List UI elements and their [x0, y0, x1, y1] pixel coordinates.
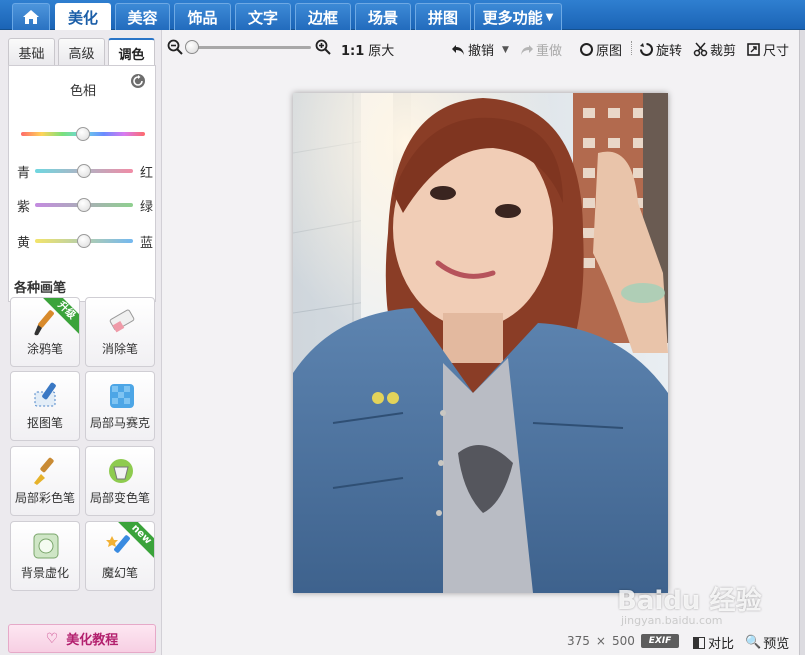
photo-canvas[interactable]	[293, 93, 668, 593]
rotate-label: 旋转	[656, 44, 683, 59]
beautify-tutorial-button[interactable]: ♡ 美化教程	[8, 624, 156, 653]
top-menu-bar: 美化 美容 饰品 文字 边框 场景 拼图 更多功能 ▼	[0, 0, 805, 31]
magenta-green-thumb[interactable]	[77, 198, 91, 212]
scissors-icon	[693, 42, 708, 57]
subtab-basic[interactable]: 基础	[8, 38, 55, 66]
sub-tabs: 基础 高级 调色	[8, 35, 155, 67]
local-recolor-pen-tool[interactable]: 局部变色笔	[85, 446, 155, 516]
yellow-blue-slider[interactable]: 黄 蓝	[15, 230, 153, 251]
eraser-pen-label: 消除笔	[101, 342, 138, 356]
image-width: 375	[567, 634, 590, 648]
redo-icon	[521, 45, 533, 55]
crop-button[interactable]: 裁剪	[693, 40, 736, 59]
rotate-icon	[640, 43, 653, 56]
canvas-area	[163, 66, 799, 625]
resize-icon	[747, 43, 760, 56]
subtab-advanced[interactable]: 高级	[58, 38, 105, 66]
zoom-out-icon[interactable]	[167, 39, 183, 55]
ratio-label: 1:1	[341, 44, 365, 59]
green-label: 绿	[139, 200, 153, 215]
hue-slider[interactable]	[15, 123, 153, 143]
local-recolor-pen-label: 局部变色笔	[89, 491, 150, 505]
cutout-pen-icon	[29, 380, 63, 412]
color-adjust-panel: 色相 青 红 紫 绿 黄 蓝	[8, 65, 156, 302]
resize-button[interactable]: 尺寸	[746, 40, 789, 59]
undo-label: 撤销	[468, 44, 495, 59]
cyan-label: 青	[17, 166, 31, 181]
local-mosaic-label: 局部马赛克	[89, 416, 150, 430]
magic-pen-label: 魔幻笔	[101, 566, 138, 580]
magic-pen-tool[interactable]: new 魔幻笔	[85, 521, 155, 591]
tutorial-label: 美化教程	[66, 633, 119, 648]
blur-icon	[29, 530, 63, 562]
original-image-button[interactable]: 原图	[579, 40, 622, 59]
hands-icon: ♡	[45, 630, 59, 647]
paintbrush-icon	[29, 455, 63, 487]
watermark-url: jingyan.baidu.com	[621, 614, 723, 627]
zoom-slider-track[interactable]	[189, 46, 311, 49]
tab-beauty[interactable]: 美容	[115, 3, 170, 30]
right-scroll-strip[interactable]	[799, 30, 805, 655]
cyan-red-slider[interactable]: 青 红	[15, 160, 153, 181]
tab-more-label: 更多功能	[482, 8, 543, 27]
tab-frame[interactable]: 边框	[295, 3, 351, 30]
local-mosaic-tool[interactable]: 局部马赛克	[85, 371, 155, 441]
watermark-logo: Baidu 经验	[617, 586, 762, 616]
reset-icon[interactable]	[131, 74, 145, 88]
original-label: 原图	[596, 44, 623, 59]
local-color-pen-tool[interactable]: 局部彩色笔	[10, 446, 80, 516]
cutout-pen-tool[interactable]: 抠图笔	[10, 371, 80, 441]
chevron-down-icon: ▼	[545, 11, 554, 23]
tab-more-features[interactable]: 更多功能 ▼	[474, 3, 562, 30]
home-button[interactable]	[12, 3, 50, 30]
tab-accessories[interactable]: 饰品	[174, 3, 231, 30]
undo-icon	[452, 45, 464, 55]
left-panel: 基础 高级 调色 色相 青 红 紫 绿 黄 蓝 各种画笔 升级 涂鸦笔 消除笔 …	[0, 30, 162, 655]
image-toolbar: 1:1 原大 撤销 ▼ 重做 原图 旋转 裁剪 尺寸	[163, 30, 805, 66]
tab-beautify[interactable]: 美化	[55, 3, 111, 31]
doodle-pen-tool[interactable]: 升级 涂鸦笔	[10, 297, 80, 367]
undo-button[interactable]: 撤销 ▼	[451, 40, 509, 59]
magenta-label: 紫	[17, 200, 31, 215]
zoom-slider-thumb[interactable]	[185, 40, 199, 54]
red-label: 红	[139, 166, 153, 181]
cutout-pen-label: 抠图笔	[26, 416, 63, 430]
toolbar-divider	[631, 41, 632, 55]
yellow-blue-thumb[interactable]	[77, 234, 91, 248]
circle-icon	[580, 43, 593, 56]
eraser-icon	[104, 306, 138, 338]
cyan-red-thumb[interactable]	[77, 164, 91, 178]
redo-button[interactable]: 重做	[519, 40, 562, 59]
subtab-color[interactable]: 调色	[108, 38, 155, 67]
home-icon	[23, 10, 39, 24]
local-color-pen-label: 局部彩色笔	[14, 491, 75, 505]
hue-thumb[interactable]	[76, 127, 90, 141]
paint-bucket-icon	[104, 455, 138, 487]
magenta-green-slider[interactable]: 紫 绿	[15, 194, 153, 215]
size-label: 尺寸	[763, 44, 790, 59]
undo-dropdown-icon[interactable]: ▼	[502, 45, 509, 55]
tab-text[interactable]: 文字	[235, 3, 291, 30]
background-blur-tool[interactable]: 背景虚化	[10, 521, 80, 591]
doodle-pen-label: 涂鸦笔	[26, 342, 63, 356]
crop-label: 裁剪	[710, 44, 737, 59]
portrait-photo	[293, 93, 668, 593]
dimension-separator: ×	[595, 634, 606, 648]
rotate-button[interactable]: 旋转	[639, 40, 682, 59]
background-blur-label: 背景虚化	[20, 566, 69, 580]
tab-collage[interactable]: 拼图	[415, 3, 471, 30]
blue-label: 蓝	[139, 236, 153, 251]
eraser-pen-tool[interactable]: 消除笔	[85, 297, 155, 367]
yellow-label: 黄	[17, 236, 31, 251]
zoom-in-icon[interactable]	[315, 39, 331, 55]
original-size-label: 原大	[368, 44, 395, 59]
watermark: Baidu 经验 jingyan.baidu.com	[617, 570, 777, 640]
mosaic-icon	[104, 380, 138, 412]
tab-scene[interactable]: 场景	[355, 3, 411, 30]
brushes-title: 各种画笔	[14, 281, 67, 296]
redo-label: 重做	[536, 44, 563, 59]
actual-size-button[interactable]: 1:1 原大	[341, 40, 394, 59]
